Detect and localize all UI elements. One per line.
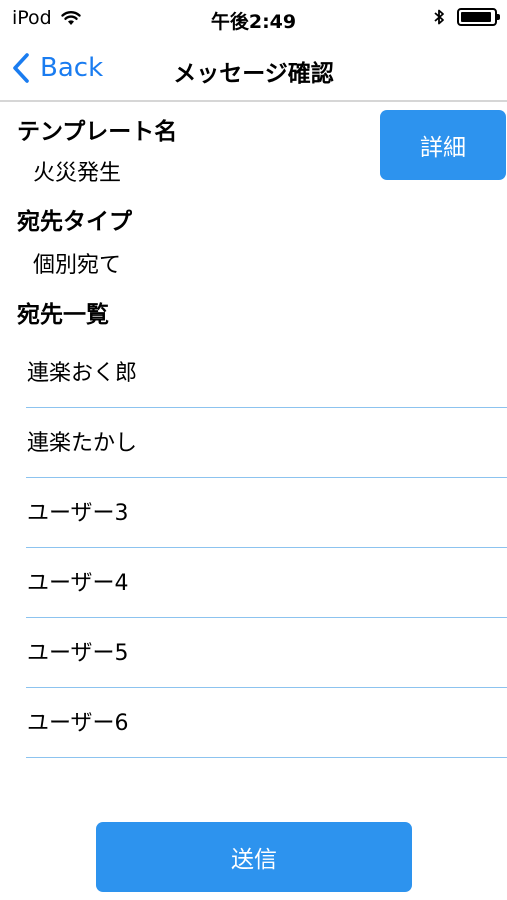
detail-button[interactable]: 詳細 — [380, 110, 506, 180]
recipient-name: ユーザー5 — [27, 640, 129, 666]
status-right — [433, 8, 500, 26]
status-bar: iPod 午後2:49 — [0, 0, 507, 36]
recipient-name: ユーザー6 — [27, 710, 129, 736]
recipient-name: 連楽おく郎 — [27, 360, 138, 386]
destination-type-label: 宛先タイプ — [17, 209, 132, 235]
navigation-bar: Back メッセージ確認 — [0, 36, 507, 102]
battery-icon — [457, 8, 500, 26]
send-button[interactable]: 送信 — [96, 822, 412, 892]
template-name-label: テンプレート名 — [17, 119, 178, 145]
list-item[interactable]: ユーザー6 — [26, 688, 507, 758]
recipient-name: 連楽たかし — [27, 430, 138, 456]
status-time: 午後2:49 — [210, 11, 297, 33]
destination-type-value: 個別宛て — [33, 253, 122, 278]
template-name-value: 火災発生 — [33, 161, 122, 186]
list-item[interactable]: 連楽おく郎 — [26, 338, 507, 408]
list-item[interactable]: 連楽たかし — [26, 408, 507, 478]
recipient-name: ユーザー4 — [27, 570, 129, 596]
recipient-list-label: 宛先一覧 — [17, 302, 109, 328]
list-item[interactable]: ユーザー3 — [26, 478, 507, 548]
page-title: メッセージ確認 — [173, 61, 334, 87]
recipient-list[interactable]: 連楽おく郎 連楽たかし ユーザー3 ユーザー4 ユーザー5 ユーザー6 — [26, 338, 507, 780]
list-item[interactable]: ユーザー4 — [26, 548, 507, 618]
bluetooth-icon — [434, 9, 444, 25]
list-item[interactable]: ユーザー5 — [26, 618, 507, 688]
recipient-name: ユーザー3 — [27, 500, 129, 526]
